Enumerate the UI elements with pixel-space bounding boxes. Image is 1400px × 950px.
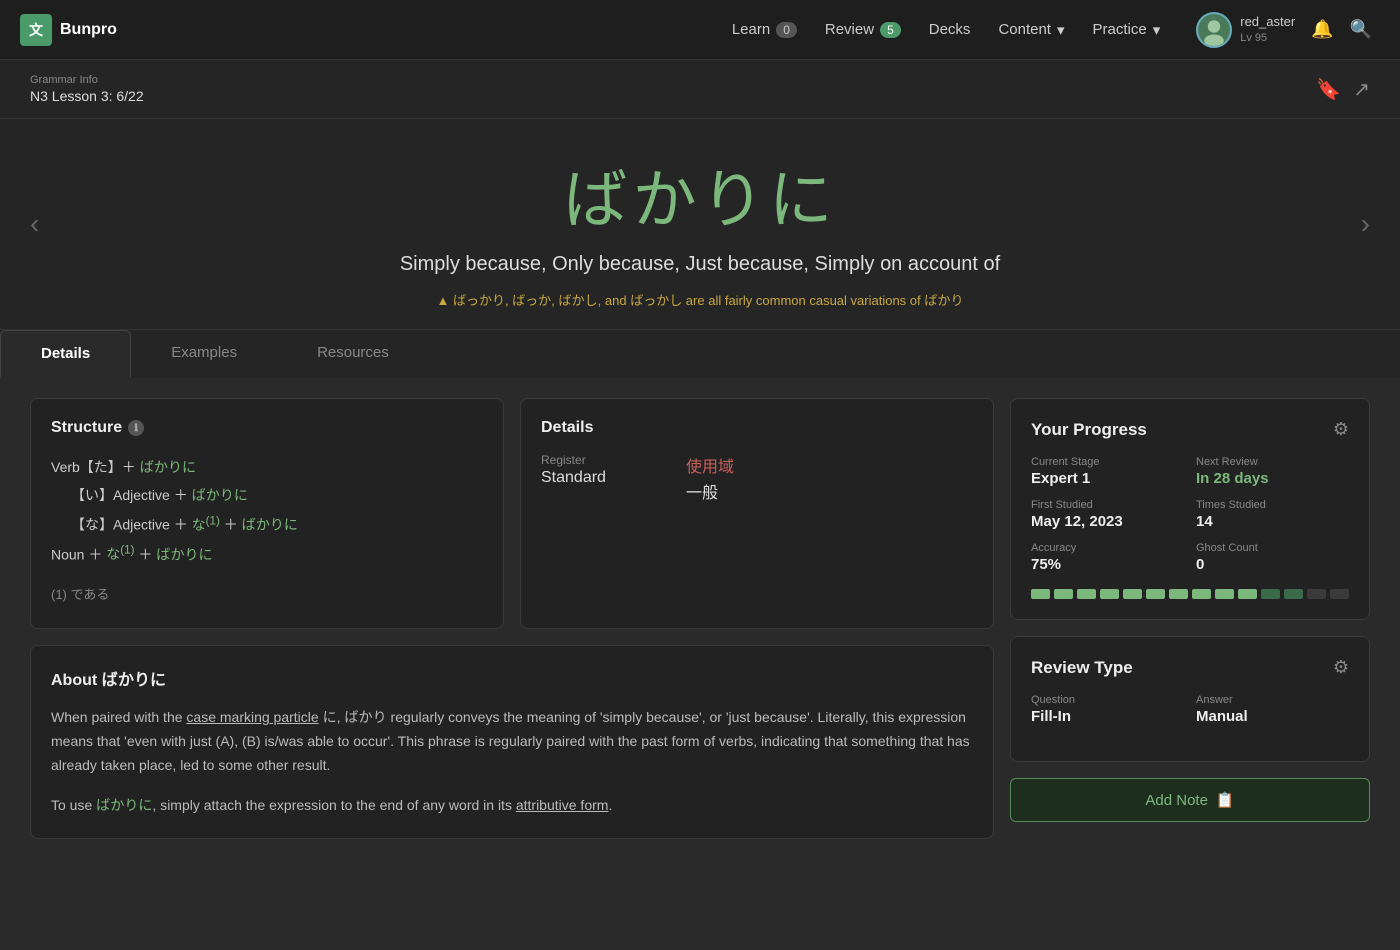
practice-dropdown-icon: ▾ <box>1153 21 1161 39</box>
about-card: About ばかりに When paired with the case mar… <box>30 645 994 838</box>
content-dropdown-icon: ▾ <box>1057 21 1065 39</box>
tab-examples[interactable]: Examples <box>131 330 277 378</box>
prev-grammar-button[interactable]: ‹ <box>20 198 49 250</box>
bell-button[interactable]: 🔔 <box>1303 11 1341 48</box>
question-type: Question Fill-In <box>1031 694 1184 725</box>
structure-line-3: 【な】Adjective ＋ な(1) ＋ ばかりに <box>51 509 483 539</box>
logo-icon: 文 <box>20 14 52 46</box>
progress-header: Your Progress ⚙ <box>1031 419 1349 440</box>
stat-ghost-count: Ghost Count 0 <box>1196 542 1349 573</box>
right-panel: Your Progress ⚙ Current Stage Expert 1 N… <box>1010 398 1370 839</box>
content-grid: Structure ℹ Verb【た】＋ ばかりに 【い】Adjective ＋… <box>0 378 1400 859</box>
breadcrumb-actions: 🔖 ↗ <box>1316 77 1370 102</box>
app-name: Bunpro <box>60 21 117 39</box>
tab-details[interactable]: Details <box>0 330 131 378</box>
details-card-title: Details <box>541 419 973 437</box>
bar-10 <box>1238 589 1257 599</box>
bar-3 <box>1077 589 1096 599</box>
about-title: About ばかりに <box>51 666 973 690</box>
bar-9 <box>1215 589 1234 599</box>
nav-decks[interactable]: Decks <box>917 15 983 44</box>
bar-2 <box>1054 589 1073 599</box>
register-row: Register Standard 使用域 一般 <box>541 453 973 503</box>
bar-7 <box>1169 589 1188 599</box>
nav-practice[interactable]: Practice ▾ <box>1081 15 1173 45</box>
tab-resources[interactable]: Resources <box>277 330 429 378</box>
review-badge: 5 <box>880 22 901 38</box>
review-type-header: Review Type ⚙ <box>1031 657 1349 678</box>
add-note-button[interactable]: Add Note 📋 <box>1010 778 1370 822</box>
bar-14 <box>1330 589 1349 599</box>
nav-learn[interactable]: Learn 0 <box>720 15 809 44</box>
structure-title: Structure ℹ <box>51 419 483 437</box>
about-para-2: To use ばかりに, simply attach the expressio… <box>51 794 973 818</box>
structure-line-4: Noun ＋ な(1) ＋ ばかりに <box>51 539 483 569</box>
review-type-card: Review Type ⚙ Question Fill-In Answer Ma… <box>1010 636 1370 762</box>
structure-line-1: Verb【た】＋ ばかりに <box>51 453 483 481</box>
stats-grid: Current Stage Expert 1 Next Review In 28… <box>1031 456 1349 573</box>
review-type-stats: Question Fill-In Answer Manual <box>1031 694 1349 725</box>
about-para-1: When paired with the case marking partic… <box>51 706 973 777</box>
bar-5 <box>1123 589 1142 599</box>
username: red_aster <box>1240 14 1295 31</box>
structure-info-icon[interactable]: ℹ <box>128 420 144 436</box>
review-type-settings-icon[interactable]: ⚙ <box>1333 657 1349 678</box>
share-icon[interactable]: ↗ <box>1353 77 1370 102</box>
stat-first-studied: First Studied May 12, 2023 <box>1031 499 1184 530</box>
bar-4 <box>1100 589 1119 599</box>
search-button[interactable]: 🔍 <box>1342 11 1380 48</box>
tabs-bar: Details Examples Resources <box>0 329 1400 378</box>
breadcrumb: Grammar Info N3 Lesson 3: 6/22 <box>30 74 144 104</box>
bar-1 <box>1031 589 1050 599</box>
learn-badge: 0 <box>776 22 797 38</box>
stat-accuracy: Accuracy 75% <box>1031 542 1184 573</box>
user-level: Lv 95 <box>1240 31 1295 45</box>
stat-times-studied: Times Studied 14 <box>1196 499 1349 530</box>
structure-line-2: 【い】Adjective ＋ ばかりに <box>51 481 483 509</box>
bar-13 <box>1307 589 1326 599</box>
progress-bars <box>1031 589 1349 599</box>
breadcrumb-area: Grammar Info N3 Lesson 3: 6/22 🔖 ↗ <box>0 60 1400 119</box>
app-logo[interactable]: 文 Bunpro <box>20 14 117 46</box>
add-note-icon: 📋 <box>1216 791 1235 809</box>
avatar <box>1196 12 1232 48</box>
grammar-header: ‹ ばかりに Simply because, Only because, Jus… <box>0 119 1400 329</box>
answer-type: Answer Manual <box>1196 694 1349 725</box>
structure-card: Structure ℹ Verb【た】＋ ばかりに 【い】Adjective ＋… <box>30 398 504 629</box>
details-card: Details Register Standard 使用域 一般 <box>520 398 994 629</box>
nav-review[interactable]: Review 5 <box>813 15 913 44</box>
grammar-note: ▲ ばっかり, ばっか, ばかし, and ばっかし are all fairl… <box>60 290 1340 309</box>
progress-settings-icon[interactable]: ⚙ <box>1333 419 1349 440</box>
nav-items: Learn 0 Review 5 Decks Content ▾ Practic… <box>720 15 1172 45</box>
grammar-title: ばかりに <box>60 149 1340 241</box>
structure-footnote: (1) である <box>51 582 483 608</box>
grammar-subtitle: Simply because, Only because, Just becau… <box>60 253 1340 276</box>
user-menu[interactable]: red_aster Lv 95 <box>1188 8 1303 52</box>
stat-current-stage: Current Stage Expert 1 <box>1031 456 1184 487</box>
bar-6 <box>1146 589 1165 599</box>
bar-12 <box>1284 589 1303 599</box>
bar-8 <box>1192 589 1211 599</box>
bar-11 <box>1261 589 1280 599</box>
nav-content[interactable]: Content ▾ <box>986 15 1076 45</box>
navbar: 文 Bunpro Learn 0 Review 5 Decks Content … <box>0 0 1400 60</box>
next-grammar-button[interactable]: › <box>1351 198 1380 250</box>
bookmark-icon[interactable]: 🔖 <box>1316 77 1341 102</box>
progress-card: Your Progress ⚙ Current Stage Expert 1 N… <box>1010 398 1370 620</box>
stat-next-review: Next Review In 28 days <box>1196 456 1349 487</box>
